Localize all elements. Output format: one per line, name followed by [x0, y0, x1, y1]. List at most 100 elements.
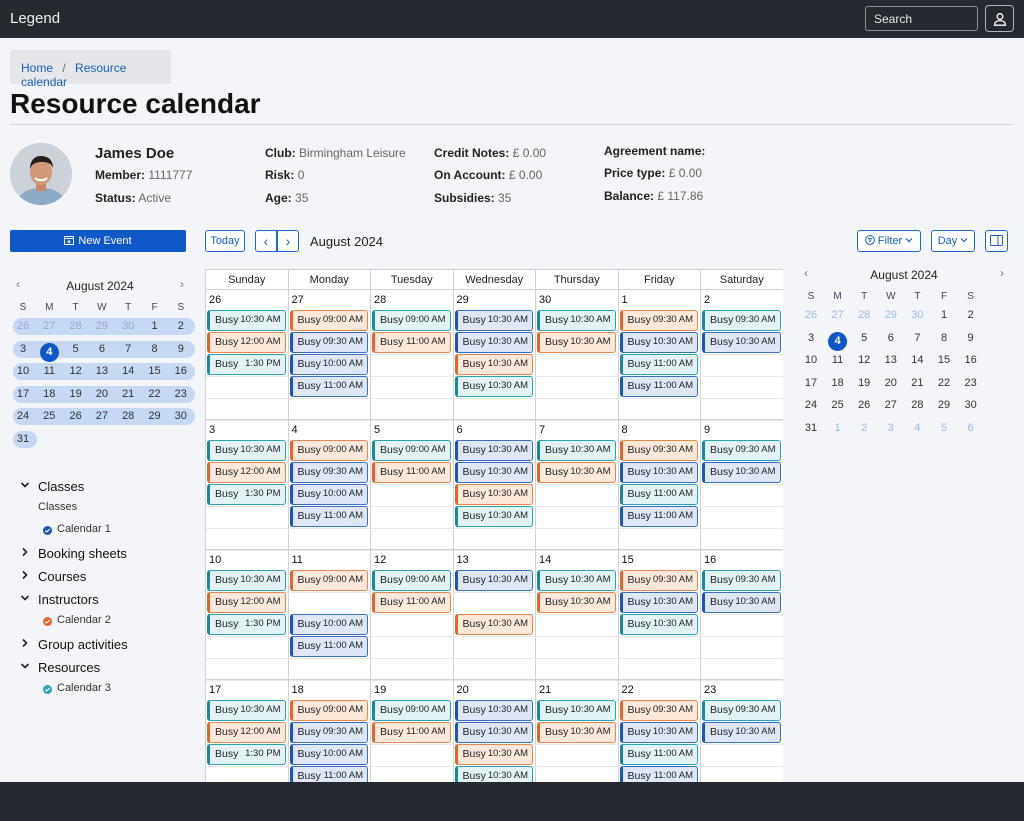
tree-group[interactable]: Resources — [20, 660, 190, 678]
event-chip[interactable]: Busy 10:30 AM — [619, 462, 698, 483]
day-cell[interactable]: 14 Busy 10:30 AM Busy 10:30 AM — [536, 550, 619, 681]
mini-day[interactable]: 10 — [10, 365, 36, 377]
tree-group[interactable]: Group activities — [20, 637, 190, 655]
event-chip[interactable]: Busy 09:00 AM — [372, 310, 451, 331]
event-chip[interactable]: Busy 10:00 AM — [289, 354, 368, 375]
mini-day[interactable]: 13 — [89, 365, 115, 377]
today-button[interactable]: Today — [205, 230, 245, 252]
day-cell[interactable]: 21 Busy 10:30 AM Busy 10:30 AM — [536, 680, 619, 782]
mini-day[interactable]: 6 — [958, 422, 984, 434]
chevron-right-icon[interactable] — [20, 638, 30, 651]
mini-day[interactable]: 22 — [931, 377, 957, 389]
mini-day[interactable]: 18 — [825, 377, 851, 389]
mini-day[interactable]: 20 — [878, 377, 904, 389]
day-cell[interactable]: 8 Busy 09:30 AM Busy 10:30 AM Busy 11:00 AM Bus… — [618, 420, 701, 551]
event-chip[interactable]: Busy 10:30 AM — [619, 614, 698, 635]
event-chip[interactable]: Busy 12:00 AM — [207, 722, 286, 743]
event-chip[interactable]: Busy 10:30 AM — [702, 462, 781, 483]
event-chip[interactable]: Busy 10:30 AM — [537, 310, 616, 331]
day-cell[interactable]: 20 Busy 10:30 AM Busy 10:30 AM Busy 10:30 AM Bu… — [453, 680, 536, 782]
mini-day[interactable]: 6 — [89, 343, 115, 355]
day-cell[interactable]: 4 Busy 09:00 AM Busy 09:30 AM Busy 10:00 AM Bus… — [288, 420, 371, 551]
event-chip[interactable]: Busy 09:30 AM — [289, 462, 368, 483]
mini-day[interactable]: 28 — [851, 309, 877, 321]
event-chip[interactable]: Busy 11:00 AM — [289, 376, 368, 397]
event-chip[interactable]: Busy 10:30 AM — [454, 766, 533, 782]
mini-day[interactable]: 15 — [931, 354, 957, 366]
chevron-right-icon[interactable] — [20, 570, 30, 583]
event-chip[interactable]: Busy 11:00 AM — [619, 484, 698, 505]
mini-day[interactable]: 21 — [904, 377, 930, 389]
event-chip[interactable]: Busy 09:00 AM — [372, 570, 451, 591]
day-cell[interactable]: 10 Busy 10:30 AM Busy 12:00 AM Busy 1:30 PM — [206, 550, 289, 681]
mini-day[interactable]: 30 — [958, 399, 984, 411]
mini-day[interactable]: 16 — [168, 365, 194, 377]
day-cell[interactable]: 9 Busy 09:30 AM Busy 10:30 AM — [701, 420, 783, 551]
calendar-toggle[interactable]: Calendar 1 — [43, 523, 183, 537]
event-chip[interactable]: Busy 10:30 AM — [454, 332, 533, 353]
app-brand[interactable]: Legend — [10, 10, 60, 27]
mini-day[interactable]: 6 — [878, 332, 904, 344]
mini-day[interactable]: 10 — [798, 354, 824, 366]
tree-group[interactable]: Booking sheets — [20, 546, 190, 564]
day-cell[interactable]: 12 Busy 09:00 AM Busy 11:00 AM — [371, 550, 454, 681]
mini-day[interactable]: 2 — [168, 320, 194, 332]
event-chip[interactable]: Busy 10:30 AM — [702, 332, 781, 353]
mini-day[interactable]: 26 — [851, 399, 877, 411]
mini-day[interactable]: 26 — [798, 309, 824, 321]
mini-day[interactable]: 31 — [798, 422, 824, 434]
event-chip[interactable]: Busy 10:30 AM — [207, 570, 286, 591]
view-select[interactable]: Day — [931, 230, 975, 252]
event-chip[interactable]: Busy 10:30 AM — [537, 700, 616, 721]
event-chip[interactable]: Busy 09:30 AM — [702, 440, 781, 461]
day-cell[interactable]: 15 Busy 09:30 AM Busy 10:30 AM Busy 10:30 AM — [618, 550, 701, 681]
mini-day[interactable]: 3 — [798, 332, 824, 344]
day-cell[interactable]: 28 Busy 09:00 AM Busy 11:00 AM — [371, 290, 454, 421]
mini-day[interactable]: 29 — [931, 399, 957, 411]
mini-day[interactable]: 27 — [89, 410, 115, 422]
event-chip[interactable]: Busy 11:00 AM — [372, 332, 451, 353]
mini-day[interactable]: 12 — [851, 354, 877, 366]
day-cell[interactable]: 13 Busy 10:30 AM Busy 10:30 AM — [453, 550, 536, 681]
mini-day[interactable]: 27 — [878, 399, 904, 411]
mini-day[interactable]: 29 — [142, 410, 168, 422]
event-chip[interactable]: Busy 10:30 AM — [619, 722, 698, 743]
mini-day[interactable]: 11 — [36, 365, 62, 377]
tree-group[interactable]: Courses — [20, 569, 190, 587]
day-cell[interactable]: 26 Busy 10:30 AM Busy 12:00 AM Busy 1:30 PM — [206, 290, 289, 421]
mini-day[interactable]: 3 — [10, 343, 36, 355]
selected-day[interactable]: 4 — [39, 342, 59, 362]
tree-group[interactable]: Classes — [20, 479, 190, 497]
event-chip[interactable]: Busy 10:00 AM — [289, 484, 368, 505]
event-chip[interactable]: Busy 11:00 AM — [619, 766, 698, 782]
day-cell[interactable]: 29 Busy 10:30 AM Busy 10:30 AM Busy 10:30 AM Bu… — [453, 290, 536, 421]
mini-day[interactable]: 1 — [931, 309, 957, 321]
event-chip[interactable]: Busy 12:00 AM — [207, 462, 286, 483]
event-chip[interactable]: Busy 10:30 AM — [454, 744, 533, 765]
mini-day[interactable]: 2 — [958, 309, 984, 321]
chevron-right-icon[interactable]: › — [1000, 266, 1004, 280]
mini-day[interactable]: 7 — [904, 332, 930, 344]
mini-day[interactable]: 1 — [825, 422, 851, 434]
event-chip[interactable]: Busy 11:00 AM — [619, 506, 698, 527]
mini-day[interactable]: 25 — [36, 410, 62, 422]
event-chip[interactable]: Busy 11:00 AM — [289, 506, 368, 527]
day-cell[interactable]: 23 Busy 09:30 AM Busy 10:30 AM — [701, 680, 783, 782]
event-chip[interactable]: Busy 11:00 AM — [289, 766, 368, 782]
mini-day[interactable]: 4 — [904, 422, 930, 434]
event-chip[interactable]: Busy 09:30 AM — [289, 722, 368, 743]
mini-day[interactable]: 7 — [115, 343, 141, 355]
event-chip[interactable]: Busy 09:00 AM — [372, 700, 451, 721]
event-chip[interactable]: Busy 10:30 AM — [702, 592, 781, 613]
mini-day[interactable]: 22 — [142, 388, 168, 400]
event-chip[interactable]: Busy 10:30 AM — [454, 354, 533, 375]
mini-day[interactable]: 24 — [798, 399, 824, 411]
filter-button[interactable]: Filter — [857, 230, 921, 252]
event-chip[interactable]: Busy 10:30 AM — [454, 484, 533, 505]
chevron-down-icon[interactable] — [20, 480, 30, 493]
event-chip[interactable]: Busy 11:00 AM — [619, 744, 698, 765]
event-chip[interactable]: Busy 10:30 AM — [454, 462, 533, 483]
mini-day[interactable]: 29 — [89, 320, 115, 332]
breadcrumb-home[interactable]: Home — [21, 61, 53, 75]
mini-day[interactable]: 28 — [115, 410, 141, 422]
